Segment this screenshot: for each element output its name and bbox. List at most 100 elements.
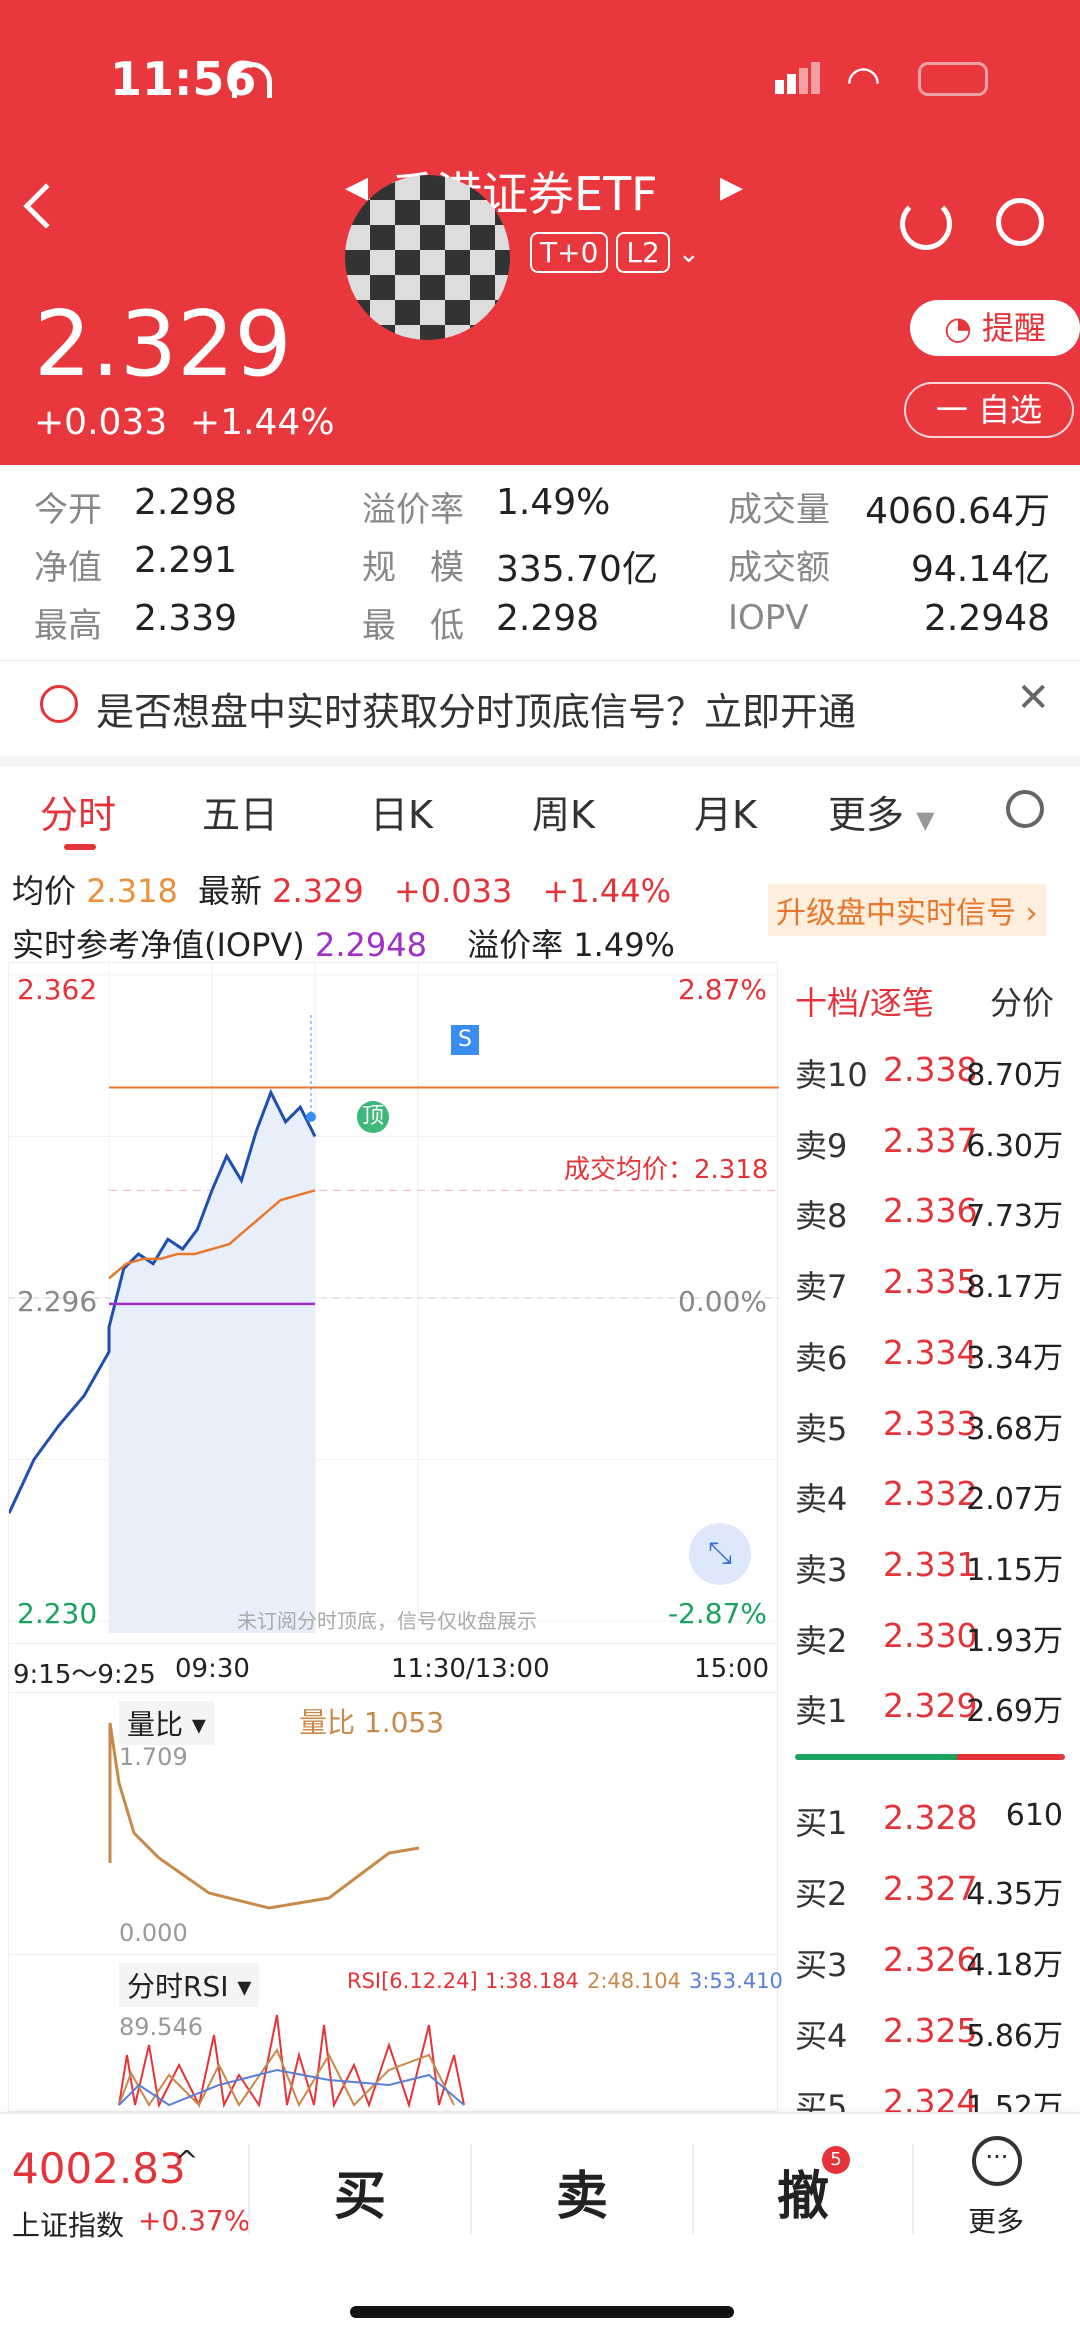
ask-price: 2.329 — [883, 1686, 978, 1726]
ask-row[interactable]: 卖6 2.334 3.34万 — [795, 1333, 1075, 1403]
ask-price: 2.338 — [883, 1050, 978, 1089]
tab-more[interactable]: 更多 ▼ — [828, 784, 935, 839]
quote-grid: 今开 2.298 净值 2.291 最高 2.339 溢价率 1.49% 规 模… — [0, 470, 1080, 650]
bid-volume: 610 — [1005, 1798, 1063, 1833]
sell-button[interactable]: 卖 — [522, 2154, 642, 2229]
ask-row[interactable]: 卖7 2.335 8.17万 — [795, 1262, 1075, 1332]
change-percent: +1.44% — [190, 402, 335, 443]
time-label-open: 09:30 — [175, 1654, 250, 1684]
pct-bottom-label: -2.87% — [667, 1597, 767, 1630]
ask-row[interactable]: 卖10 2.338 8.70万 — [795, 1050, 1075, 1120]
avg-value: 2.318 — [86, 872, 178, 910]
open-value: 2.298 — [134, 482, 238, 523]
alert-button[interactable]: ◔ 提醒 — [910, 300, 1080, 356]
ask-row[interactable]: 卖5 2.333 3.68万 — [795, 1404, 1075, 1474]
open-label: 今开 — [34, 490, 102, 530]
bid-label: 买1 — [795, 1804, 848, 1842]
bid-label: 买4 — [795, 2017, 848, 2055]
buy-button[interactable]: 买 — [300, 2154, 420, 2229]
indicator-row-2: 实时参考净值(IOPV) 2.2948 溢价率 1.49% — [12, 920, 675, 966]
chart-tabs: 分时 五日 日K 周K 月K 更多 ▼ — [0, 756, 1080, 852]
bottom-trade-bar: 4002.83 ^ 上证指数 +0.37% 买 卖 撤 5 ··· 更多 — [0, 2112, 1080, 2341]
signal-s-dot — [306, 1111, 316, 1122]
more-label[interactable]: 更多 — [968, 2200, 1024, 2240]
ask-volume: 2.07万 — [966, 1482, 1063, 1518]
ask-price: 2.334 — [883, 1332, 978, 1372]
ask-row[interactable]: 卖4 2.332 2.07万 — [795, 1474, 1075, 1544]
signal-icon — [40, 685, 78, 723]
ask-volume: 7.73万 — [966, 1199, 1063, 1235]
bid-row[interactable]: 买4 2.325 5.86万 — [795, 2011, 1075, 2081]
indicator-row-1: 均价 2.318 最新 2.329 +0.033 +1.44% — [12, 866, 671, 912]
ask-volume: 8.17万 — [966, 1270, 1063, 1306]
tab-monthly-k[interactable]: 月K — [694, 784, 757, 839]
close-icon[interactable]: ✕ — [1016, 675, 1050, 721]
ask-volume: 3.68万 — [966, 1411, 1063, 1447]
tab-daily-k[interactable]: 日K — [370, 784, 433, 839]
ask-row[interactable]: 卖1 2.329 2.69万 — [795, 1686, 1075, 1756]
orderbook-tab[interactable]: 十档/逐笔 — [795, 978, 934, 1024]
prem-label: 溢价率 — [467, 926, 564, 964]
avg-price-note: 成交均价：2.318 — [564, 1155, 769, 1185]
ask-row[interactable]: 卖9 2.337 6.30万 — [795, 1121, 1075, 1191]
ask-label: 卖3 — [795, 1550, 848, 1589]
headphone-icon — [232, 62, 272, 98]
timeshare-chart[interactable] — [9, 963, 779, 1643]
premium-label: 溢价率 — [362, 490, 464, 530]
ask-price: 2.336 — [883, 1191, 978, 1231]
back-icon[interactable] — [23, 183, 69, 229]
refresh-icon[interactable] — [900, 198, 952, 250]
alert-label: 提醒 — [982, 309, 1047, 347]
ask-row[interactable]: 卖2 2.330 1.93万 — [795, 1616, 1075, 1686]
fullscreen-icon[interactable]: ⤡ — [689, 1523, 751, 1585]
bid-row[interactable]: 买3 2.326 4.18万 — [795, 1940, 1075, 2010]
add-watchlist-button[interactable]: 一 自选 — [904, 382, 1074, 438]
ask-row[interactable]: 卖3 2.331 1.15万 — [795, 1545, 1075, 1615]
wifi-icon: ◠ — [846, 58, 881, 104]
tab-more-label: 更多 — [828, 793, 905, 837]
caret-up-icon[interactable]: ^ — [175, 2144, 198, 2177]
y-bottom-label: 2.230 — [17, 1597, 98, 1630]
premium-value: 1.49% — [496, 482, 611, 523]
more-icon[interactable]: ··· — [972, 2136, 1022, 2186]
chevron-down-icon[interactable]: ⌄ — [678, 239, 700, 269]
time-label-close: 15:00 — [694, 1654, 769, 1684]
ask-row[interactable]: 卖8 2.336 7.73万 — [795, 1191, 1075, 1261]
index-name: 上证指数 — [12, 2209, 125, 2242]
chart-area[interactable]: 2.362 2.296 2.230 2.87% 0.00% -2.87% 成交均… — [8, 962, 783, 2112]
bid-row[interactable]: 买2 2.327 4.35万 — [795, 1869, 1075, 1939]
ask-volume: 8.70万 — [966, 1058, 1063, 1093]
ask-label: 卖8 — [795, 1197, 848, 1236]
settings-icon[interactable] — [1006, 790, 1044, 828]
next-stock-icon[interactable]: ▶ — [720, 170, 743, 205]
avg-label: 均价 — [12, 872, 77, 910]
tag-t0: T+0 — [530, 232, 609, 273]
y-mid-label: 2.296 — [17, 1285, 98, 1318]
signal-banner[interactable]: 是否想盘中实时获取分时顶底信号？立即开通 ✕ — [0, 660, 1080, 746]
iopv-value: 2.2948 — [924, 598, 1050, 639]
rsi-lines — [118, 2014, 465, 2109]
ask-label: 卖1 — [795, 1692, 848, 1731]
stock-header: 11:56 ◠ ◀ ▶ 香港证券ETF T+0 L2 ⌄ 2.329 +0.033 … — [0, 0, 1080, 465]
prev-stock-icon[interactable]: ◀ — [345, 170, 368, 205]
bid-row[interactable]: 买1 2.328 610 — [795, 1798, 1075, 1868]
high-value: 2.339 — [134, 598, 238, 639]
ask-label: 卖4 — [795, 1480, 848, 1519]
tab-weekly-k[interactable]: 周K — [532, 784, 595, 839]
index-value[interactable]: 4002.83 — [12, 2144, 186, 2193]
tab-five-day[interactable]: 五日 — [202, 784, 278, 839]
time-label-pre: 9:15～9:25 — [13, 1660, 156, 1690]
low-label: 最 低 — [362, 606, 464, 646]
prem-value: 1.49% — [573, 926, 675, 964]
search-icon[interactable] — [996, 198, 1044, 246]
price-distribution-tab[interactable]: 分价 — [990, 978, 1054, 1024]
tab-timeshare[interactable]: 分时 — [40, 784, 116, 839]
scale-value: 335.70亿 — [496, 549, 658, 590]
banner-text: 是否想盘中实时获取分时顶底信号？立即开通 — [96, 690, 857, 734]
bid-label: 买3 — [795, 1946, 848, 1984]
upgrade-signal-button[interactable]: 升级盘中实时信号 › — [768, 884, 1046, 936]
cancel-badge: 5 — [822, 2146, 850, 2174]
signal-icon — [775, 62, 820, 94]
y-top-label: 2.362 — [17, 973, 98, 1006]
ask-price: 2.331 — [883, 1544, 978, 1584]
